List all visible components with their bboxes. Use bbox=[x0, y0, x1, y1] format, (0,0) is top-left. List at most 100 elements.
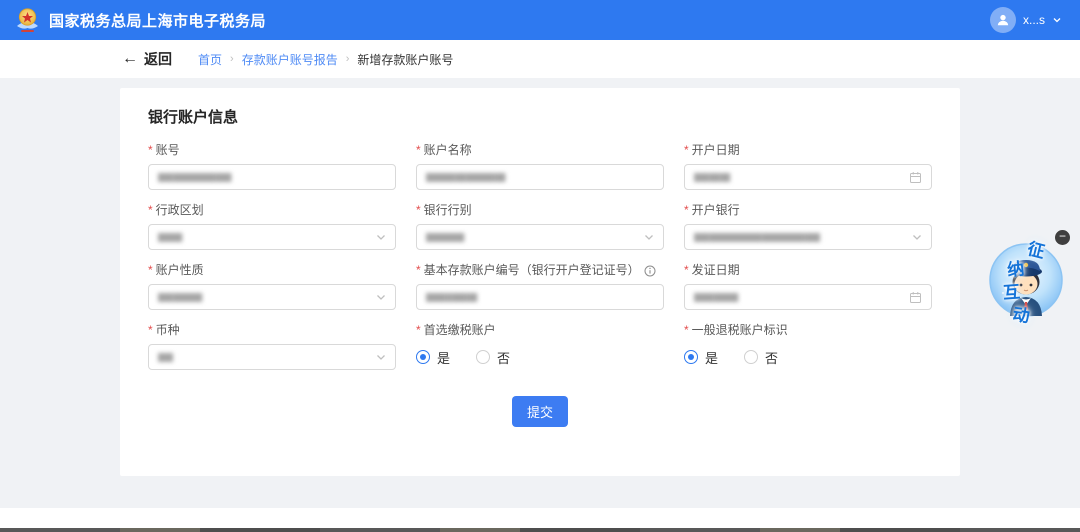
required-mark: * bbox=[416, 203, 421, 218]
account-name-input[interactable]: ██████ ██ ██████ ██ bbox=[416, 164, 664, 190]
radio-yes[interactable]: 是 bbox=[684, 348, 718, 367]
redacted-value: █████ bbox=[158, 233, 370, 242]
field-label: 币种 bbox=[156, 323, 180, 338]
redacted-value: ███ ██ ██ bbox=[694, 173, 903, 182]
calendar-icon bbox=[909, 291, 922, 304]
field-preferred-tax-account: * 首选缴税账户 是 否 bbox=[416, 323, 664, 370]
field-account-nature: * 账户性质 ███ ██████ bbox=[148, 263, 396, 310]
radio-no[interactable]: 否 bbox=[744, 348, 778, 367]
field-label: 首选缴税账户 bbox=[424, 323, 496, 338]
redacted-value: ████████ bbox=[426, 233, 638, 242]
bank-account-form-card: 银行账户信息 * 账号 ███ █████████ ███ * 账户名称 ███… bbox=[120, 88, 960, 476]
chevron-down-icon bbox=[376, 294, 386, 301]
app-header: 国家税务总局上海市电子税务局 x...s bbox=[0, 0, 1080, 40]
field-label: 账户名称 bbox=[424, 143, 472, 158]
account-number-input[interactable]: ███ █████████ ███ bbox=[148, 164, 396, 190]
field-label: 开户银行 bbox=[692, 203, 740, 218]
general-refund-flag-radio-group: 是 否 bbox=[684, 344, 932, 370]
field-account-name: * 账户名称 ██████ ██ ██████ ██ bbox=[416, 143, 664, 190]
opening-bank-select[interactable]: ███ ███████████ █████████ ███ bbox=[684, 224, 932, 250]
breadcrumb: 首页 › 存款账户账号报告 › 新增存款账户账号 bbox=[198, 51, 453, 68]
field-bank-category: * 银行行别 ████████ bbox=[416, 203, 664, 250]
tax-bureau-logo-icon bbox=[14, 7, 41, 34]
main-area: 银行账户信息 * 账号 ███ █████████ ███ * 账户名称 ███… bbox=[0, 78, 1080, 508]
field-account-number: * 账号 ███ █████████ ███ bbox=[148, 143, 396, 190]
radio-icon bbox=[476, 350, 490, 364]
required-mark: * bbox=[416, 323, 421, 338]
basic-account-no-input[interactable]: ████ █ ███ ██ bbox=[416, 284, 664, 310]
field-label: 开户日期 bbox=[692, 143, 740, 158]
required-mark: * bbox=[684, 323, 689, 338]
required-mark: * bbox=[416, 263, 421, 278]
chevron-down-icon bbox=[376, 354, 386, 361]
user-avatar[interactable] bbox=[990, 7, 1016, 33]
preferred-tax-account-radio-group: 是 否 bbox=[416, 344, 664, 370]
submit-button[interactable]: 提交 bbox=[512, 396, 568, 427]
chevron-down-icon bbox=[912, 234, 922, 241]
chevron-down-icon bbox=[644, 234, 654, 241]
back-button[interactable]: ← 返回 bbox=[122, 49, 172, 69]
admin-division-select[interactable]: █████ bbox=[148, 224, 396, 250]
breadcrumb-current: 新增存款账户账号 bbox=[357, 51, 453, 68]
bank-category-select[interactable]: ████████ bbox=[416, 224, 664, 250]
required-mark: * bbox=[684, 263, 689, 278]
field-open-date: * 开户日期 ███ ██ ██ bbox=[684, 143, 932, 190]
redacted-value: ██████ ██ ██████ ██ bbox=[426, 173, 654, 182]
user-icon bbox=[996, 13, 1010, 27]
required-mark: * bbox=[148, 263, 153, 278]
footer-spacer bbox=[0, 508, 1080, 528]
field-label: 账号 bbox=[156, 143, 180, 158]
radio-icon bbox=[416, 350, 430, 364]
field-label: 银行行别 bbox=[424, 203, 472, 218]
page-title: 国家税务总局上海市电子税务局 bbox=[49, 10, 266, 31]
user-name: x...s bbox=[1023, 13, 1045, 27]
radio-yes[interactable]: 是 bbox=[416, 348, 450, 367]
section-title: 银行账户信息 bbox=[148, 106, 932, 127]
account-nature-select[interactable]: ███ ██████ bbox=[148, 284, 396, 310]
redacted-value: ████ █ ███ ██ bbox=[426, 293, 654, 302]
issue-date-picker[interactable]: ████ █████ bbox=[684, 284, 932, 310]
field-general-refund-flag: * 一般退税账户标识 是 否 bbox=[684, 323, 932, 370]
info-icon[interactable] bbox=[644, 265, 656, 277]
field-label: 一般退税账户标识 bbox=[692, 323, 788, 338]
radio-no[interactable]: 否 bbox=[476, 348, 510, 367]
calendar-icon bbox=[909, 171, 922, 184]
field-opening-bank: * 开户银行 ███ ███████████ █████████ ███ bbox=[684, 203, 932, 250]
taskbar-edge bbox=[0, 528, 1080, 532]
tax-assistant-widget: − 征 纳 互 动 bbox=[980, 228, 1074, 330]
currency-select[interactable]: ███ bbox=[148, 344, 396, 370]
breadcrumb-parent[interactable]: 存款账户账号报告 bbox=[242, 51, 338, 68]
radio-label: 是 bbox=[437, 348, 450, 367]
tax-assistant-avatar[interactable] bbox=[988, 242, 1064, 318]
required-mark: * bbox=[148, 323, 153, 338]
radio-icon bbox=[744, 350, 758, 364]
field-label: 发证日期 bbox=[692, 263, 740, 278]
submit-row: 提交 bbox=[148, 396, 932, 427]
radio-label: 否 bbox=[497, 348, 510, 367]
chevron-down-icon bbox=[376, 234, 386, 241]
field-issue-date: * 发证日期 ████ █████ bbox=[684, 263, 932, 310]
redacted-value: ███ ███████████ █████████ ███ bbox=[694, 233, 906, 242]
field-label: 行政区划 bbox=[156, 203, 204, 218]
required-mark: * bbox=[684, 143, 689, 158]
field-label: 基本存款账户编号（银行开户登记证号） bbox=[424, 263, 640, 278]
required-mark: * bbox=[684, 203, 689, 218]
breadcrumb-home[interactable]: 首页 bbox=[198, 51, 222, 68]
form-grid: * 账号 ███ █████████ ███ * 账户名称 ██████ ██ … bbox=[148, 143, 932, 370]
breadcrumb-separator: › bbox=[230, 53, 234, 65]
breadcrumb-separator: › bbox=[346, 53, 350, 65]
open-date-picker[interactable]: ███ ██ ██ bbox=[684, 164, 932, 190]
redacted-value: ███ █████████ ███ bbox=[158, 173, 386, 182]
back-arrow-icon: ← bbox=[122, 51, 138, 67]
breadcrumb-bar: ← 返回 首页 › 存款账户账号报告 › 新增存款账户账号 bbox=[0, 40, 1080, 78]
radio-label: 否 bbox=[765, 348, 778, 367]
user-menu[interactable]: x...s bbox=[990, 7, 1062, 33]
redacted-value: ████ █████ bbox=[694, 293, 903, 302]
required-mark: * bbox=[148, 203, 153, 218]
back-label: 返回 bbox=[144, 49, 172, 69]
radio-label: 是 bbox=[705, 348, 718, 367]
chevron-down-icon bbox=[1052, 15, 1062, 25]
field-admin-division: * 行政区划 █████ bbox=[148, 203, 396, 250]
redacted-value: ███ ██████ bbox=[158, 293, 370, 302]
radio-icon bbox=[684, 350, 698, 364]
